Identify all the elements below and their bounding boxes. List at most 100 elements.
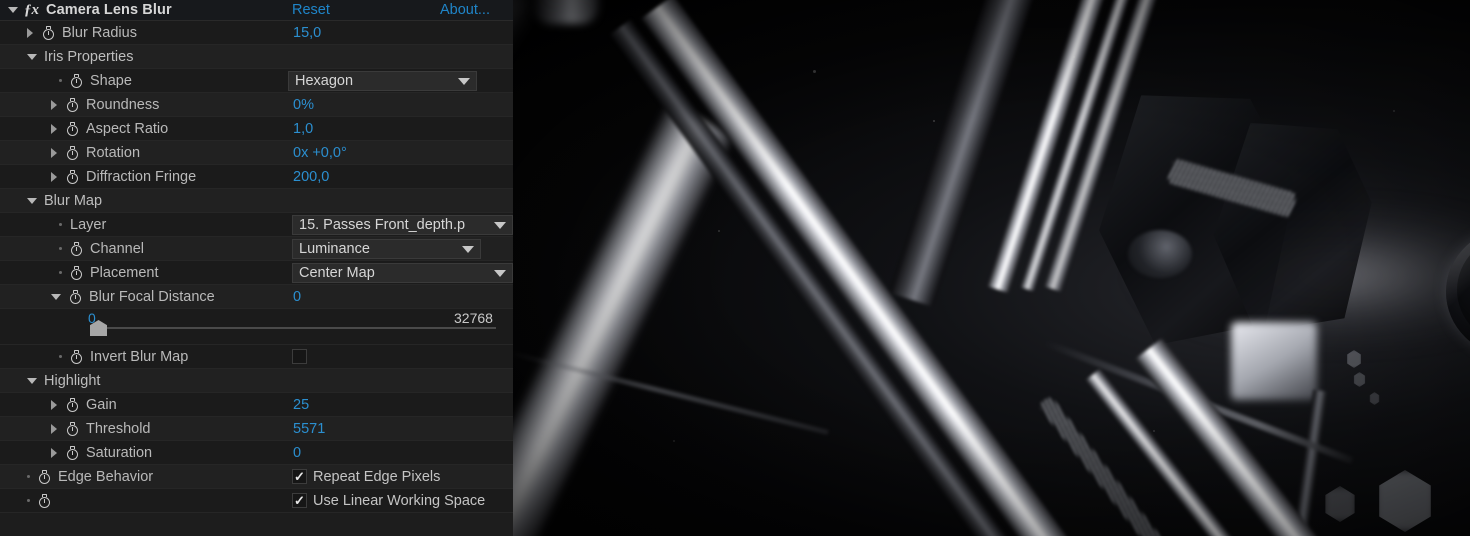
stopwatch-icon[interactable]: [69, 289, 82, 304]
stopwatch-icon[interactable]: [66, 145, 79, 160]
effect-controls-panel: ƒx Camera Lens Blur Reset About... Blur …: [0, 0, 513, 536]
slider-container[interactable]: 0 32768: [0, 309, 513, 345]
placement-dropdown[interactable]: Center Map: [292, 263, 513, 283]
panel-empty-area: [0, 513, 513, 536]
roundness-disclosure-triangle-icon[interactable]: [51, 99, 57, 110]
property-row-diffraction-fringe[interactable]: Diffraction Fringe 200,0: [0, 165, 513, 189]
rotation-label: Rotation: [86, 144, 141, 161]
bullet-icon: [59, 271, 62, 274]
property-row-rotation[interactable]: Rotation 0x +0,0°: [0, 141, 513, 165]
stopwatch-icon[interactable]: [66, 397, 79, 412]
aspect-ratio-disclosure-triangle-icon[interactable]: [51, 123, 57, 134]
aspect-ratio-value[interactable]: 1,0: [293, 121, 313, 137]
checkmark-icon: ✓: [294, 493, 305, 508]
property-row-threshold[interactable]: Threshold 5571: [0, 417, 513, 441]
invert-blur-map-checkbox[interactable]: ✓: [292, 349, 307, 364]
property-row-blur-focal-distance[interactable]: Blur Focal Distance 0: [0, 285, 513, 309]
bullet-icon: [59, 247, 62, 250]
shape-dropdown-value: Hexagon: [295, 73, 354, 89]
stopwatch-icon[interactable]: [66, 445, 79, 460]
dust-speck: [1073, 56, 1075, 58]
plate-circular-indent: [1128, 230, 1192, 278]
channel-dropdown[interactable]: Luminance: [292, 239, 481, 259]
group-row-highlight[interactable]: Highlight: [0, 369, 513, 393]
shape-label: Shape: [90, 72, 132, 89]
saturation-disclosure-triangle-icon[interactable]: [51, 447, 57, 458]
property-row-blur-radius[interactable]: Blur Radius 15,0: [0, 21, 513, 45]
saturation-label: Saturation: [86, 444, 153, 461]
property-row-gain[interactable]: Gain 25: [0, 393, 513, 417]
blur-focal-distance-disclosure-triangle-icon[interactable]: [51, 293, 61, 300]
blur-map-disclosure-triangle-icon[interactable]: [27, 197, 37, 204]
highlight-disclosure-triangle-icon[interactable]: [27, 377, 37, 384]
gain-disclosure-triangle-icon[interactable]: [51, 399, 57, 410]
slider-track[interactable]: [98, 327, 496, 329]
stopwatch-icon[interactable]: [70, 241, 83, 256]
property-row-placement[interactable]: Placement Center Map: [0, 261, 513, 285]
stopwatch-icon[interactable]: [66, 121, 79, 136]
use-linear-working-space-checkbox[interactable]: ✓: [292, 493, 307, 508]
blur-radius-label: Blur Radius: [62, 24, 137, 41]
saturation-value[interactable]: 0: [293, 445, 301, 461]
layer-dropdown-value: 15. Passes Front_depth.p: [299, 217, 466, 233]
rotation-disclosure-triangle-icon[interactable]: [51, 147, 57, 158]
stopwatch-icon[interactable]: [38, 493, 51, 508]
property-row-saturation[interactable]: Saturation 0: [0, 441, 513, 465]
stopwatch-icon[interactable]: [38, 469, 51, 484]
rotation-value[interactable]: 0x +0,0°: [293, 145, 347, 161]
group-row-blur-map[interactable]: Blur Map: [0, 189, 513, 213]
rail-fork-end: [533, 0, 599, 24]
reset-button[interactable]: Reset: [292, 2, 330, 18]
composition-viewer[interactable]: [513, 0, 1470, 536]
effect-disclosure-triangle-icon[interactable]: [8, 7, 18, 13]
property-row-edge-behavior[interactable]: Edge Behavior ✓ Repeat Edge Pixels: [0, 465, 513, 489]
stopwatch-icon[interactable]: [70, 349, 83, 364]
iris-properties-disclosure-triangle-icon[interactable]: [27, 53, 37, 60]
channel-label: Channel: [90, 240, 145, 257]
about-button[interactable]: About...: [440, 2, 490, 18]
roundness-value[interactable]: 0%: [293, 97, 314, 113]
stopwatch-icon[interactable]: [66, 169, 79, 184]
repeat-edge-pixels-checkbox[interactable]: ✓: [292, 469, 307, 484]
slider-max-label: 32768: [454, 310, 493, 326]
property-row-layer[interactable]: Layer 15. Passes Front_depth.p: [0, 213, 513, 237]
stopwatch-icon[interactable]: [70, 73, 83, 88]
layer-dropdown[interactable]: 15. Passes Front_depth.p: [292, 215, 513, 235]
bullet-icon: [59, 355, 62, 358]
gain-value[interactable]: 25: [293, 397, 309, 413]
property-row-channel[interactable]: Channel Luminance: [0, 237, 513, 261]
stopwatch-icon[interactable]: [66, 421, 79, 436]
threshold-disclosure-triangle-icon[interactable]: [51, 423, 57, 434]
stopwatch-icon[interactable]: [42, 25, 55, 40]
blur-focal-distance-slider-row[interactable]: 0 32768: [0, 309, 513, 345]
dust-speck: [718, 230, 720, 232]
effect-header-row[interactable]: ƒx Camera Lens Blur Reset About...: [0, 0, 513, 21]
diffraction-fringe-value[interactable]: 200,0: [293, 169, 329, 185]
blur-radius-value[interactable]: 15,0: [293, 25, 321, 41]
placement-label: Placement: [90, 264, 159, 281]
property-row-roundness[interactable]: Roundness 0%: [0, 93, 513, 117]
shape-dropdown[interactable]: Hexagon: [288, 71, 477, 91]
blur-focal-distance-value[interactable]: 0: [293, 289, 301, 305]
roundness-label: Roundness: [86, 96, 160, 113]
property-row-linear-working-space[interactable]: ✓ Use Linear Working Space: [0, 489, 513, 513]
blur-radius-disclosure-triangle-icon[interactable]: [27, 27, 33, 38]
stopwatch-icon[interactable]: [70, 265, 83, 280]
layer-label: Layer: [70, 216, 107, 233]
blur-map-label: Blur Map: [44, 192, 103, 209]
threshold-value[interactable]: 5571: [293, 421, 325, 437]
diffraction-fringe-disclosure-triangle-icon[interactable]: [51, 171, 57, 182]
group-row-iris-properties[interactable]: Iris Properties: [0, 45, 513, 69]
property-row-invert-blur-map[interactable]: Invert Blur Map ✓: [0, 345, 513, 369]
chevron-down-icon: [462, 245, 474, 253]
property-row-shape[interactable]: Shape Hexagon: [0, 69, 513, 93]
effect-controls-screen: ƒx Camera Lens Blur Reset About... Blur …: [0, 0, 1470, 536]
stopwatch-icon[interactable]: [66, 97, 79, 112]
property-row-aspect-ratio[interactable]: Aspect Ratio 1,0: [0, 117, 513, 141]
chevron-down-icon: [458, 77, 470, 85]
gain-label: Gain: [86, 396, 117, 413]
chevron-down-icon: [494, 269, 506, 277]
dust-speck: [1153, 430, 1155, 432]
placement-dropdown-value: Center Map: [299, 265, 375, 281]
edge-behavior-label: Edge Behavior: [58, 468, 154, 485]
